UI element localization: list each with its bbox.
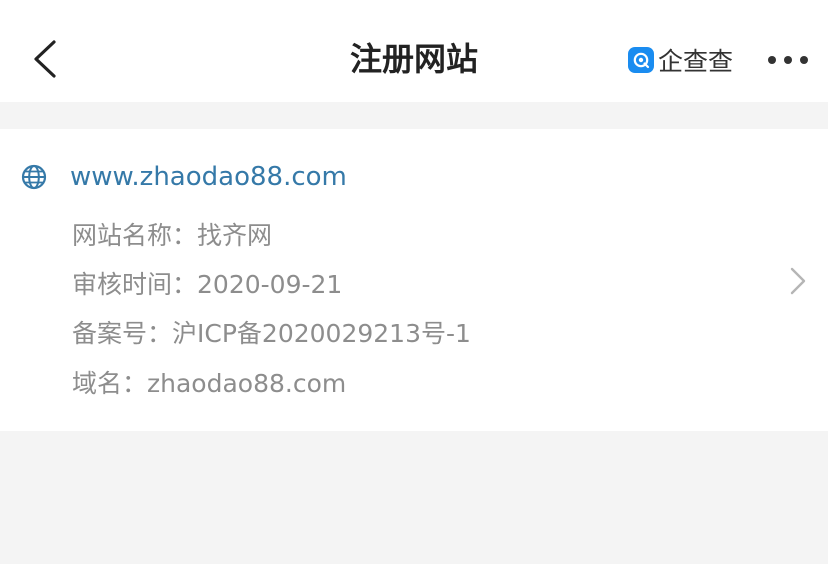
website-name-label: 网站名称： bbox=[72, 221, 198, 250]
more-icon bbox=[768, 56, 776, 64]
review-date-row: 审核时间：2020-09-21 bbox=[72, 265, 342, 305]
more-icon bbox=[784, 56, 792, 64]
more-icon bbox=[800, 56, 808, 64]
website-name-row: 网站名称：找齐网 bbox=[72, 216, 272, 256]
brand-name: 企查查 bbox=[658, 47, 734, 76]
back-button[interactable] bbox=[22, 34, 70, 84]
brand-logo[interactable]: 企查查 bbox=[628, 44, 733, 76]
domain-value: zhaodao88.com bbox=[147, 369, 347, 398]
icp-number-value: 沪ICP备2020029213号-1 bbox=[172, 319, 471, 348]
icp-number-row: 备案号：沪ICP备2020029213号-1 bbox=[72, 314, 471, 354]
page: 注册网站 企查查 www.zhaodao88.com 网站名称：找齐网 审核时间… bbox=[0, 0, 828, 564]
website-record-card[interactable]: www.zhaodao88.com 网站名称：找齐网 审核时间：2020-09-… bbox=[0, 129, 828, 431]
chevron-right-icon bbox=[790, 267, 806, 295]
domain-row: 域名：zhaodao88.com bbox=[72, 364, 346, 404]
review-date-label: 审核时间： bbox=[72, 270, 198, 299]
domain-label: 域名： bbox=[72, 369, 148, 398]
brand-logo-icon bbox=[628, 47, 654, 73]
website-name-value: 找齐网 bbox=[197, 221, 273, 250]
icp-number-label: 备案号： bbox=[72, 319, 173, 348]
navigation-bar: 注册网站 企查查 bbox=[0, 0, 828, 102]
globe-icon bbox=[21, 164, 47, 190]
back-arrow-icon bbox=[34, 40, 56, 78]
review-date-value: 2020-09-21 bbox=[197, 270, 343, 299]
website-url-link[interactable]: www.zhaodao88.com bbox=[70, 157, 347, 197]
more-button[interactable] bbox=[764, 44, 812, 76]
